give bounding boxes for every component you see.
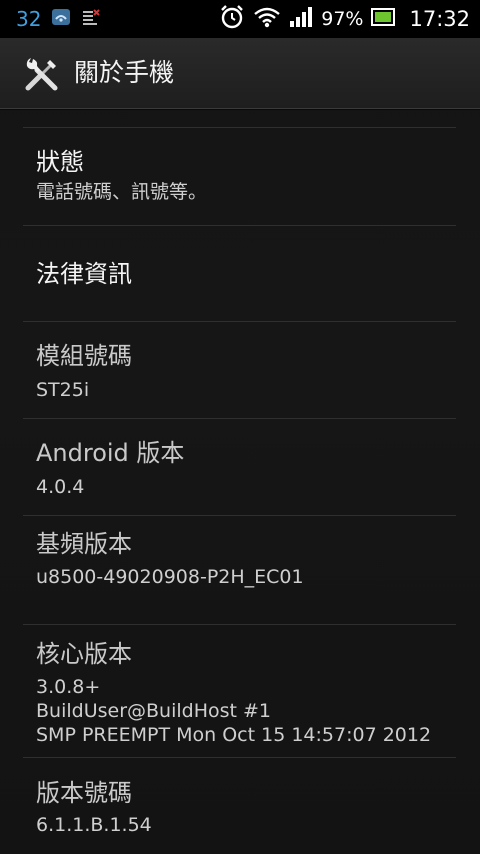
alarm-clock-icon xyxy=(219,4,245,34)
divider xyxy=(23,515,456,516)
battery-icon xyxy=(371,8,396,30)
action-bar: 關於手機 xyxy=(0,38,480,109)
list-item-kernel-version: 核心版本 3.0.8+ BuildUser@BuildHost #1 SMP P… xyxy=(36,639,456,747)
list-item-summary-line: BuildUser@BuildHost #1 xyxy=(36,700,272,722)
list-item-status[interactable]: 狀態 電話號碼、訊號等。 xyxy=(36,147,456,204)
list-item-summary-line: 3.0.8+ xyxy=(36,676,101,698)
list-item-summary: ST25i xyxy=(36,379,90,401)
list-item-title: 基頻版本 xyxy=(36,530,132,558)
list-item-title: 核心版本 xyxy=(36,640,132,668)
notification-count: 32 xyxy=(16,7,42,31)
battery-percent: 97% xyxy=(321,8,364,30)
divider xyxy=(23,757,456,758)
wifi-icon xyxy=(253,5,281,33)
status-bar: 32 97% 17:32 xyxy=(0,0,480,38)
list-item-summary-line: SMP PREEMPT Mon Oct 15 14:57:07 2012 xyxy=(36,724,432,746)
divider xyxy=(23,418,456,419)
divider xyxy=(23,321,456,322)
list-item-summary: 電話號碼、訊號等。 xyxy=(36,181,208,203)
list-item-legal-info[interactable]: 法律資訊 xyxy=(36,259,456,289)
list-item-build-number[interactable]: 版本號碼 6.1.1.B.1.54 xyxy=(36,778,456,837)
list-item-android-version[interactable]: Android 版本 4.0.4 xyxy=(36,438,456,499)
list-item-summary: u8500-49020908-P2H_EC01 xyxy=(36,566,304,588)
sim-notification-icon xyxy=(81,7,101,31)
list-item-baseband-version: 基頻版本 u8500-49020908-P2H_EC01 xyxy=(36,529,456,589)
divider xyxy=(23,225,456,226)
list-item-summary: 4.0.4 xyxy=(36,476,85,498)
settings-screen: 32 97% 17:32 關於手機 狀態 電話號碼、訊號等。 法律資訊 模組號碼… xyxy=(0,0,480,854)
tools-icon[interactable] xyxy=(22,54,62,94)
status-bar-system: 97% 17:32 xyxy=(219,0,470,38)
list-item-title: 狀態 xyxy=(36,148,84,176)
list-item-summary: 6.1.1.B.1.54 xyxy=(36,814,152,836)
divider xyxy=(23,127,456,128)
status-time: 17:32 xyxy=(409,7,470,31)
list-item-model-number: 模組號碼 ST25i xyxy=(36,341,456,402)
list-item-title: 版本號碼 xyxy=(36,779,132,807)
list-item-title: 模組號碼 xyxy=(36,342,132,370)
page-title: 關於手機 xyxy=(74,58,175,87)
list-item-title: Android 版本 xyxy=(36,439,185,467)
status-bar-notifications: 32 xyxy=(16,0,101,38)
signal-icon xyxy=(289,6,313,32)
divider xyxy=(23,624,456,625)
gallery-icon xyxy=(51,7,71,31)
list-item-title: 法律資訊 xyxy=(36,260,132,288)
